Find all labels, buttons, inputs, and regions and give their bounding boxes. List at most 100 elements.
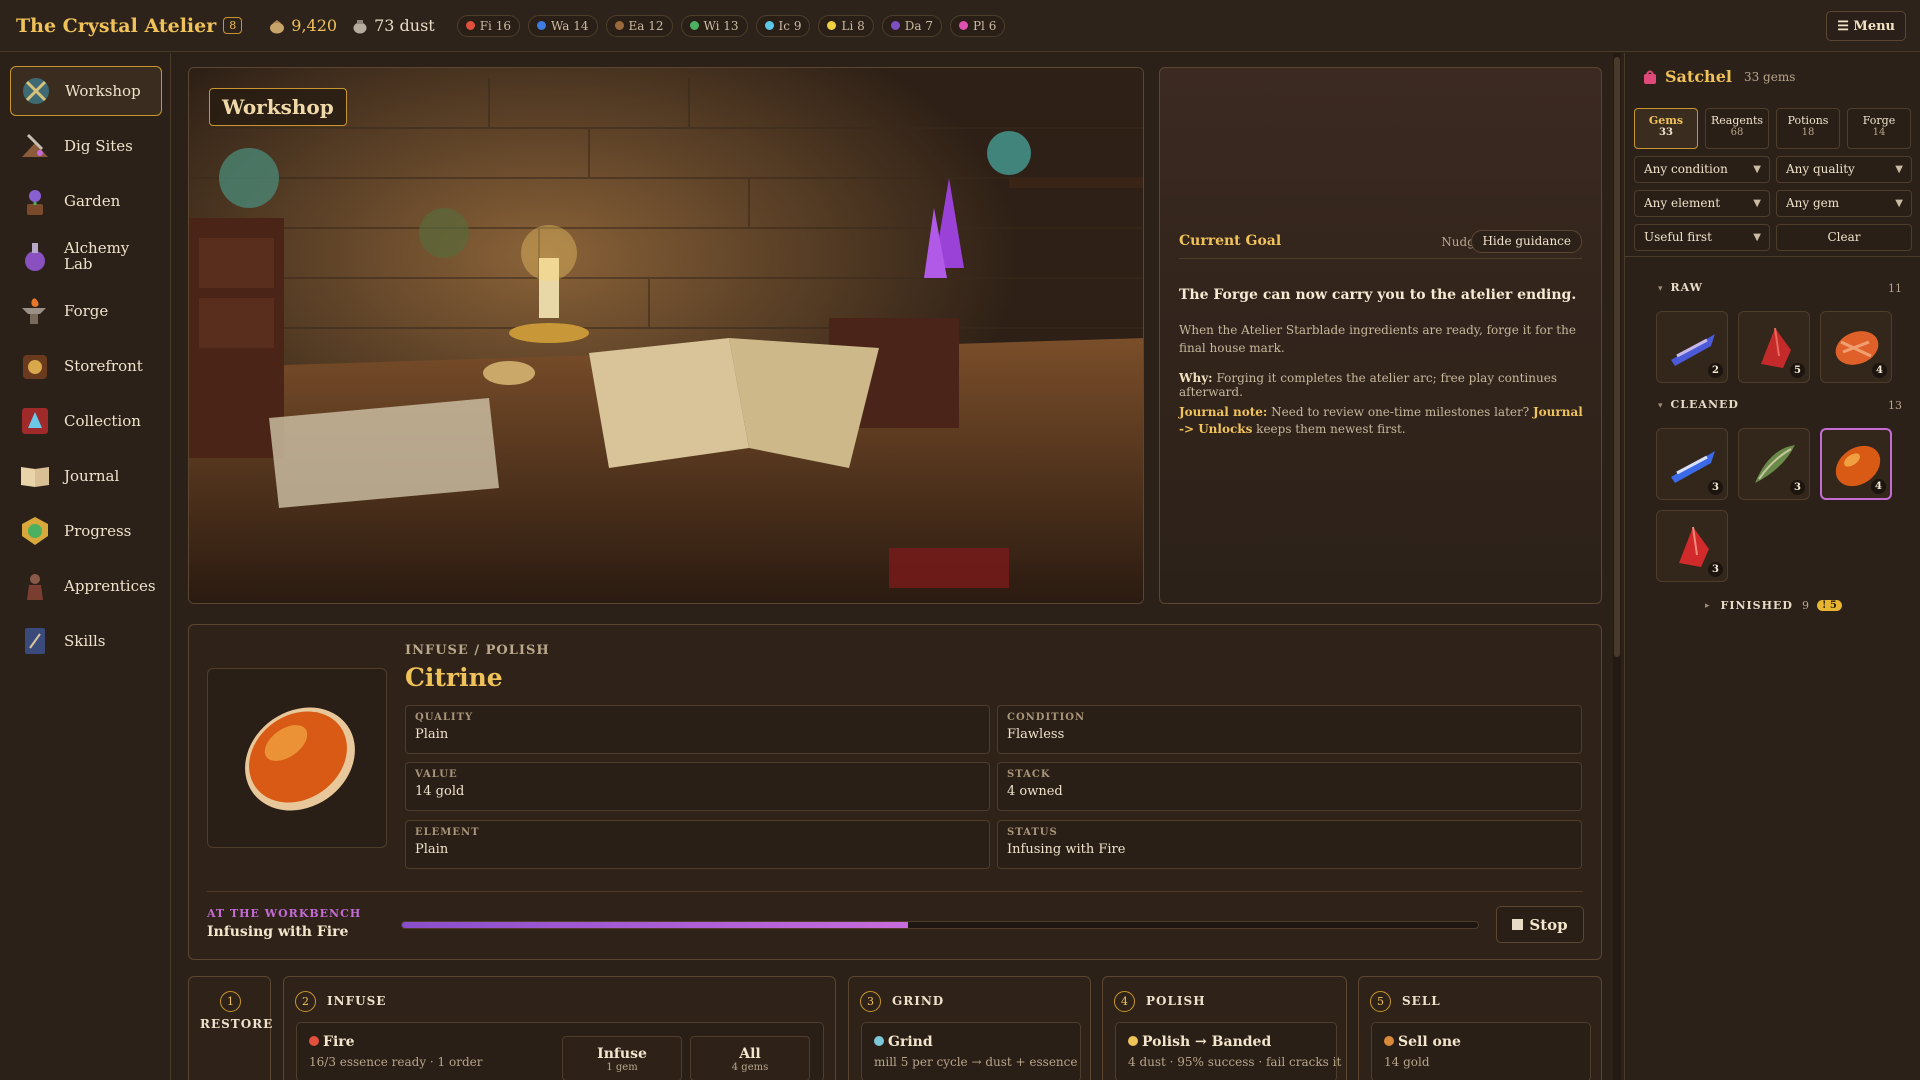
sidebar-item-alchemy-lab[interactable]: Alchemy Lab [10,231,162,281]
element-select[interactable]: Any element ▼ [1634,190,1770,217]
element-chip[interactable]: Fi 16 [456,14,520,37]
element-chip[interactable]: Wi 13 [680,14,748,37]
workbench-label: AT THE WORKBENCH [207,907,362,920]
condition-select[interactable]: Any condition ▼ [1634,156,1770,183]
gem-slot-sapphire[interactable]: 3 [1656,428,1728,500]
sidebar-item-storefront[interactable]: Storefront [10,341,162,391]
quality-field: QUALITY Plain [405,705,990,754]
dust-counter: 73 dust [351,16,435,35]
menu-button[interactable]: ☰ Menu [1826,11,1906,41]
gem-select[interactable]: Any gem ▼ [1776,190,1912,217]
gem-slot-jade[interactable]: 3 [1738,428,1810,500]
infuse-one-button[interactable]: Infuse 1 gem [562,1036,682,1080]
field-value: Flawless [1007,727,1065,742]
plasma-dot-icon [958,21,968,30]
apprentices-icon [27,574,43,600]
finished-group-toggle[interactable]: ▸ FINISHED 9 ! 5 [1705,599,1842,612]
group-label: RAW [1670,281,1704,294]
chevron-down-icon: ▼ [1753,198,1761,209]
gold-amount: 9,420 [291,16,338,35]
mill-icon [874,1036,884,1046]
step-number: 2 [295,991,316,1012]
tab-potions[interactable]: Potions 18 [1776,108,1840,149]
scrollbar-thumb[interactable] [1614,57,1620,657]
card-title-text: Fire [323,1034,355,1050]
sidebar-item-label: Alchemy Lab [64,239,130,273]
sidebar-item-apprentices[interactable]: Apprentices [10,561,162,611]
goal-title: Current Goal [1179,233,1282,249]
element-chips: Fi 16 Wa 14 Ea 12 Wi 13 Ic 9 Li 8 Da 7 P… [449,14,1006,37]
stop-icon [1512,919,1524,930]
sidebar-item-label: Storefront [64,357,143,375]
clear-filters-button[interactable]: Clear [1776,224,1912,251]
gem-count: 3 [1708,562,1723,577]
field-label: VALUE [415,769,458,780]
tab-reagents[interactable]: Reagents 68 [1705,108,1769,149]
scene-title: Workshop [209,88,347,126]
tab-forge[interactable]: Forge 14 [1847,108,1911,149]
sort-select[interactable]: Useful first ▼ [1634,224,1770,251]
cleaned-group-count: 13 [1888,399,1902,412]
app-title: The Crystal Atelier [16,14,217,37]
step-number: 1 [220,991,241,1012]
gem-slot-carnelian[interactable]: 4 [1820,311,1892,383]
sidebar-item-collection[interactable]: Collection [10,396,162,446]
sidebar-item-label: Journal [64,467,120,485]
sidebar-item-workshop[interactable]: Workshop [10,66,162,116]
card-subtitle: 16/3 essence ready · 1 order [309,1055,483,1069]
step-restore[interactable]: 1 RESTORE [188,976,272,1080]
field-value: 4 owned [1007,784,1063,799]
element-chip[interactable]: Li 8 [818,14,874,37]
element-chip[interactable]: Wa 14 [527,14,598,37]
button-sub: 1 gem [606,1062,638,1073]
sell-card[interactable]: Sell one 14 gold [1371,1022,1591,1080]
element-chip[interactable]: Pl 6 [949,14,1006,37]
sidebar-item-forge[interactable]: Forge [10,286,162,336]
step-title: GRIND [892,994,945,1008]
stop-button[interactable]: Stop [1496,906,1584,943]
card-title-text: Sell one [1398,1034,1461,1050]
gem-slot-sapphire[interactable]: 2 [1656,311,1728,383]
field-label: ELEMENT [415,827,480,838]
sparkle-icon [1128,1036,1138,1046]
hide-guidance-button[interactable]: Hide guidance [1471,230,1582,253]
sidebar-item-dig-sites[interactable]: Dig Sites [10,121,162,171]
chevron-down-icon: ▼ [1753,232,1761,243]
element-chip[interactable]: Da 7 [881,14,942,37]
element-chip[interactable]: Ic 9 [755,14,811,37]
quality-select[interactable]: Any quality ▼ [1776,156,1912,183]
tab-gems[interactable]: Gems 33 [1634,108,1698,149]
element-chip-label: Wa 14 [550,18,589,33]
field-label: CONDITION [1007,712,1086,723]
citrine-gem-icon [245,707,355,811]
element-chip-label: Fi 16 [479,18,511,33]
why-label: Why: [1179,371,1213,385]
element-chip[interactable]: Ea 12 [605,14,673,37]
status-field: STATUS Infusing with Fire [997,820,1582,869]
sidebar-item-label: Skills [64,632,106,650]
gem-slot-ruby[interactable]: 3 [1656,510,1728,582]
sidebar-item-progress[interactable]: Progress [10,506,162,556]
gem-slot-citrine-selected[interactable]: 4 [1820,428,1892,500]
raw-group-toggle[interactable]: ▾ RAW [1658,281,1703,294]
group-label: CLEANED [1670,398,1739,411]
journal-note-label: Journal note: [1179,405,1268,419]
goal-header: Current Goal Nudge Hide guidance [1179,227,1582,259]
earth-dot-icon [614,21,624,30]
element-chip-label: Wi 13 [703,18,739,33]
element-chip-label: Pl 6 [972,18,997,33]
step-infuse: 2 INFUSE Fire 16/3 essence ready · 1 ord… [283,976,836,1080]
fire-dot-icon [465,21,475,30]
money-bag-icon [1384,1036,1394,1046]
sidebar-item-journal[interactable]: Journal [10,451,162,501]
infuse-all-button[interactable]: All 4 gems [690,1036,810,1080]
chevron-down-icon: ▾ [1658,401,1664,411]
cleaned-group-toggle[interactable]: ▾ CLEANED [1658,398,1739,411]
sidebar-item-garden[interactable]: Garden [10,176,162,226]
sidebar-item-skills[interactable]: Skills [10,616,162,666]
main-scrollbar[interactable] [1613,53,1621,1080]
gem-slot-ruby[interactable]: 5 [1738,311,1810,383]
gold-pouch-icon [270,19,285,33]
grind-card[interactable]: Grind mill 5 per cycle → dust + essence [861,1022,1081,1080]
polish-card[interactable]: Polish → Banded 4 dust · 95% success · f… [1115,1022,1341,1080]
